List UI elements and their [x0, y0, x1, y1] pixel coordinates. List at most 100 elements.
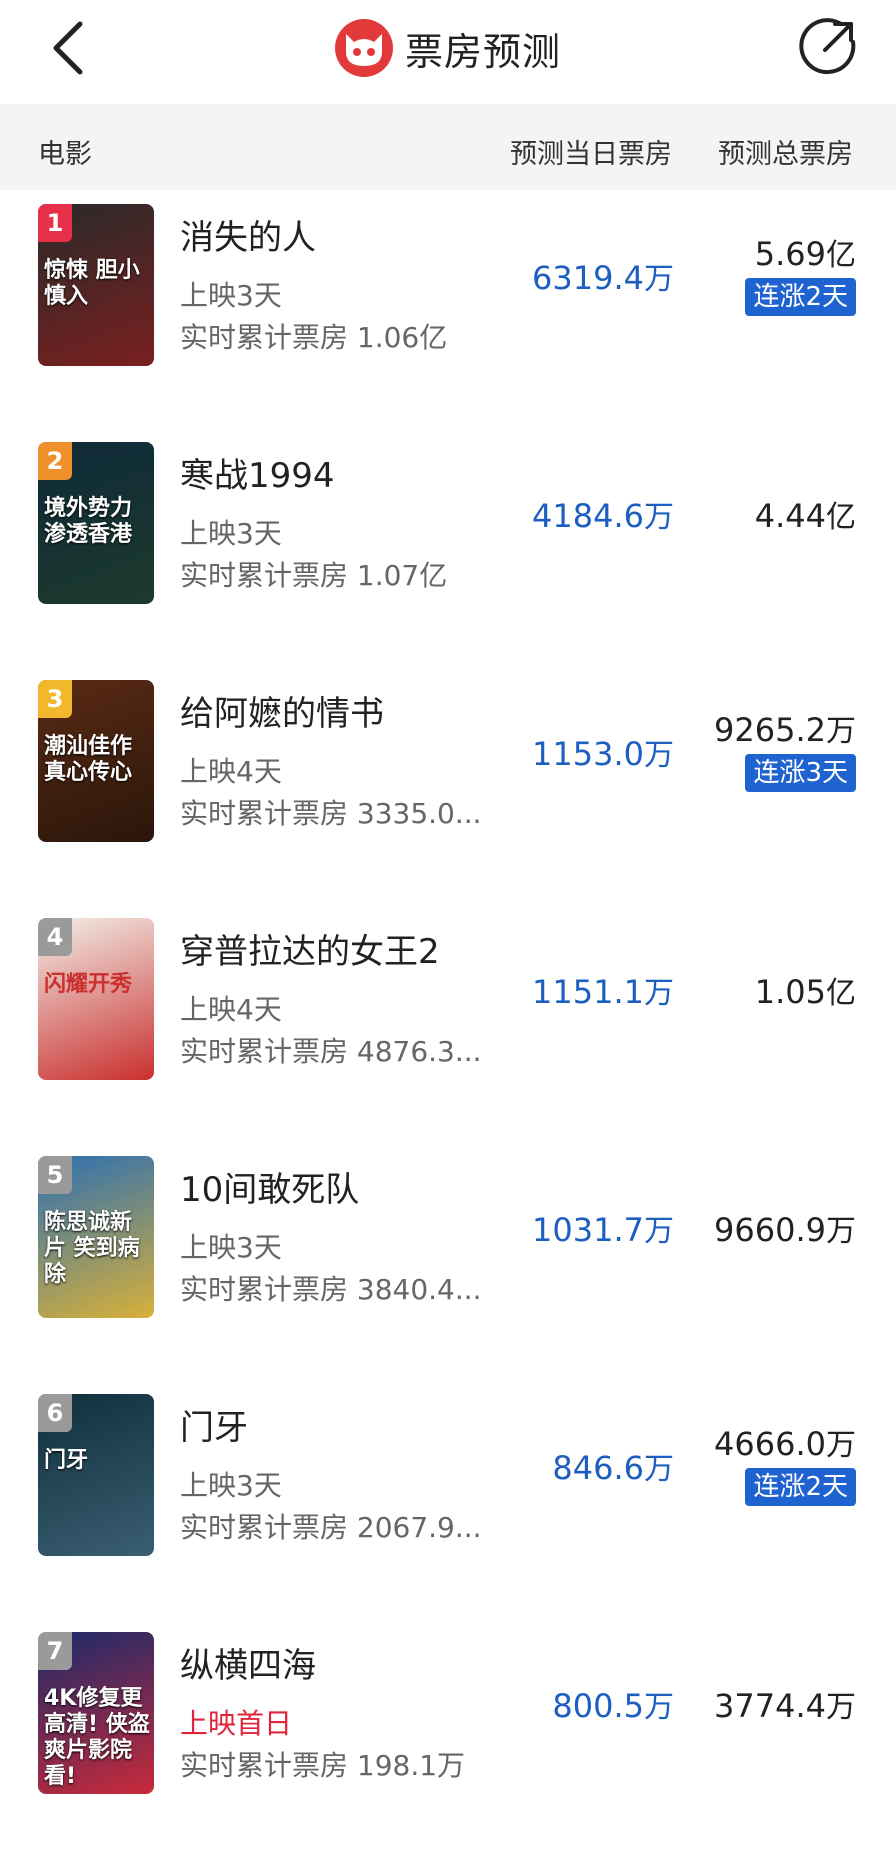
total-unit: 亿	[826, 500, 856, 535]
movie-row[interactable]: 境外势力 渗透香港 2 寒战1994 上映3天 实时累计票房 1.07亿 418…	[0, 428, 896, 666]
today-value: 4184.6	[532, 497, 644, 535]
rank-badge: 6	[38, 1394, 72, 1432]
total-unit: 亿	[826, 238, 856, 273]
release-days: 上映4天	[180, 755, 282, 788]
release-days: 上映3天	[180, 1469, 282, 1502]
share-icon	[799, 18, 856, 75]
total-unit: 亿	[826, 976, 856, 1011]
movie-title[interactable]: 穿普拉达的女王2	[180, 924, 440, 973]
today-unit: 万	[644, 1690, 674, 1725]
today-unit: 万	[644, 1214, 674, 1249]
table-header: 电影 预测当日票房 预测总票房	[0, 104, 896, 190]
movie-title[interactable]: 10间敢死队	[180, 1162, 359, 1211]
cumulative-box-office: 实时累计票房 4876.3...	[180, 1035, 482, 1068]
rank-badge: 5	[38, 1156, 72, 1194]
today-unit: 万	[644, 500, 674, 535]
page-title: 票房预测	[404, 29, 561, 74]
today-unit: 万	[644, 738, 674, 773]
movie-poster[interactable]: 陈思诚新片 笑到病除 5	[38, 1156, 154, 1318]
total-value: 4.44	[754, 497, 826, 535]
poster-caption: 门牙	[44, 1448, 89, 1473]
release-days: 上映3天	[180, 279, 282, 312]
release-days: 上映3天	[180, 517, 282, 550]
rank-badge: 2	[38, 442, 72, 480]
column-header-today: 预测当日票房	[510, 139, 672, 170]
movie-title[interactable]: 寒战1994	[180, 448, 335, 497]
column-header-total: 预测总票房	[718, 139, 853, 170]
movie-title[interactable]: 门牙	[180, 1400, 248, 1449]
predicted-total-box-office: 3774.4万	[714, 1682, 856, 1726]
movie-poster[interactable]: 境外势力 渗透香港 2	[38, 442, 154, 604]
rank-badge: 4	[38, 918, 72, 956]
predicted-total-box-office: 9660.9万	[714, 1206, 856, 1250]
today-value: 1153.0	[532, 735, 644, 773]
cumulative-box-office: 实时累计票房 2067.9...	[180, 1511, 482, 1544]
rank-badge: 7	[38, 1632, 72, 1670]
poster-caption: 惊悚 胆小慎入	[44, 258, 140, 309]
movie-row[interactable]: 陈思诚新片 笑到病除 5 10间敢死队 上映3天 实时累计票房 3840.4..…	[0, 1142, 896, 1380]
rising-streak-badge: 连涨3天	[745, 754, 856, 792]
predicted-today-box-office: 800.5万	[552, 1682, 674, 1726]
predicted-total-box-office: 9265.2万	[714, 706, 856, 750]
rising-streak-badge: 连涨2天	[745, 278, 856, 316]
total-value: 9660.9	[714, 1211, 826, 1249]
rising-streak-badge: 连涨2天	[745, 1468, 856, 1506]
today-unit: 万	[644, 1452, 674, 1487]
movie-poster[interactable]: 闪耀开秀 4	[38, 918, 154, 1080]
total-value: 5.69	[754, 235, 826, 273]
movie-title[interactable]: 消失的人	[180, 210, 316, 259]
movie-poster[interactable]: 惊悚 胆小慎入 1	[38, 204, 154, 366]
today-value: 846.6	[552, 1449, 644, 1487]
movie-title[interactable]: 纵横四海	[180, 1638, 316, 1687]
movie-row[interactable]: 潮汕佳作 真心传心 3 给阿嬷的情书 上映4天 实时累计票房 3335.0...…	[0, 666, 896, 904]
cumulative-box-office: 实时累计票房 198.1万	[180, 1749, 466, 1782]
total-value: 9265.2	[714, 711, 826, 749]
total-value: 3774.4	[714, 1687, 826, 1725]
movie-row[interactable]: 4K修复更高清! 侠盗爽片影院看! 7 纵横四海 上映首日 实时累计票房 198…	[0, 1618, 896, 1856]
predicted-today-box-office: 1031.7万	[532, 1206, 674, 1250]
today-value: 1151.1	[532, 973, 644, 1011]
movie-poster[interactable]: 潮汕佳作 真心传心 3	[38, 680, 154, 842]
today-value: 1031.7	[532, 1211, 644, 1249]
poster-caption: 潮汕佳作 真心传心	[44, 734, 133, 785]
column-header-movie: 电影	[38, 139, 92, 170]
movie-row[interactable]: 闪耀开秀 4 穿普拉达的女王2 上映4天 实时累计票房 4876.3... 11…	[0, 904, 896, 1142]
total-value: 4666.0	[714, 1425, 826, 1463]
cat-eye-logo-icon	[334, 19, 393, 77]
movie-row[interactable]: 惊悚 胆小慎入 1 消失的人 上映3天 实时累计票房 1.06亿 6319.4万…	[0, 190, 896, 428]
predicted-total-box-office: 5.69亿	[755, 230, 856, 274]
predicted-total-box-office: 4666.0万	[714, 1420, 856, 1464]
predicted-total-box-office: 1.05亿	[755, 968, 856, 1012]
predicted-today-box-office: 6319.4万	[532, 254, 674, 298]
share-button[interactable]	[795, 14, 861, 80]
poster-caption: 陈思诚新片 笑到病除	[44, 1210, 140, 1287]
movie-poster[interactable]: 门牙 6	[38, 1394, 154, 1556]
release-days: 上映首日	[180, 1707, 293, 1740]
movie-poster[interactable]: 4K修复更高清! 侠盗爽片影院看! 7	[38, 1632, 154, 1794]
predicted-today-box-office: 1151.1万	[532, 968, 674, 1012]
release-days: 上映3天	[180, 1231, 282, 1264]
total-unit: 万	[826, 1428, 856, 1463]
cumulative-box-office: 实时累计票房 3840.4...	[180, 1273, 482, 1306]
poster-caption: 4K修复更高清! 侠盗爽片影院看!	[44, 1686, 150, 1789]
movie-row[interactable]: 门牙 6 门牙 上映3天 实时累计票房 2067.9... 846.6万 466…	[0, 1380, 896, 1618]
cumulative-box-office: 实时累计票房 1.07亿	[180, 559, 448, 592]
poster-caption: 闪耀开秀	[44, 972, 133, 997]
cumulative-box-office: 实时累计票房 3335.0...	[180, 797, 482, 830]
total-unit: 万	[826, 1214, 856, 1249]
cumulative-box-office: 实时累计票房 1.06亿	[180, 321, 448, 354]
rank-badge: 3	[38, 680, 72, 718]
poster-caption: 境外势力 渗透香港	[44, 496, 133, 547]
today-value: 800.5	[552, 1687, 644, 1725]
total-unit: 万	[826, 714, 856, 749]
total-value: 1.05	[754, 973, 826, 1011]
movie-title[interactable]: 给阿嬷的情书	[180, 686, 384, 735]
top-bar: 票房预测	[0, 0, 896, 104]
predicted-today-box-office: 4184.6万	[532, 492, 674, 536]
today-unit: 万	[644, 976, 674, 1011]
today-unit: 万	[644, 262, 674, 297]
today-value: 6319.4	[532, 259, 644, 297]
predicted-today-box-office: 1153.0万	[532, 730, 674, 774]
rank-badge: 1	[38, 204, 72, 242]
release-days: 上映4天	[180, 993, 282, 1026]
